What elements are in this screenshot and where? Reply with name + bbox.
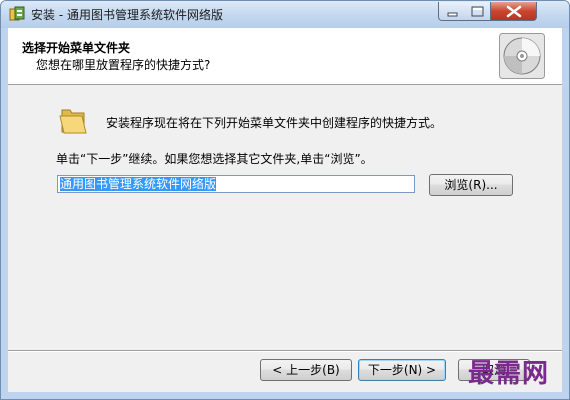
page-subtitle: 您想在哪里放置程序的快捷方式? bbox=[36, 58, 211, 72]
next-button[interactable]: 下一步(N) > bbox=[358, 359, 446, 381]
installer-window: 安装 - 通用图书管理系统软件网络版 选择开始菜单文件夹 您想在哪里放置程序的快… bbox=[0, 0, 570, 400]
minimize-button[interactable] bbox=[438, 2, 465, 21]
start-menu-folder-input[interactable]: 通用图书管理系统软件网络版 bbox=[57, 175, 415, 193]
watermark-logo: 最需网 bbox=[468, 359, 550, 389]
folder-input-value: 通用图书管理系统软件网络版 bbox=[60, 177, 217, 191]
wizard-page: 选择开始菜单文件夹 您想在哪里放置程序的快捷方式? 安装程序现在将在下列开始菜单… bbox=[8, 28, 562, 392]
title-bar[interactable]: 安装 - 通用图书管理系统软件网络版 bbox=[1, 1, 569, 28]
close-icon bbox=[506, 5, 522, 18]
browse-button[interactable]: 浏览(R)... bbox=[429, 174, 513, 196]
maximize-button[interactable] bbox=[464, 2, 491, 21]
minimize-icon bbox=[447, 12, 458, 17]
installer-icon bbox=[9, 6, 25, 22]
instruction-text: 单击“下一步”继续。如果您想选择其它文件夹,单击“浏览”。 bbox=[56, 152, 373, 166]
footer-divider bbox=[8, 350, 562, 352]
maximize-icon bbox=[471, 6, 484, 17]
window-title: 安装 - 通用图书管理系统软件网络版 bbox=[31, 8, 223, 22]
wizard-header: 选择开始菜单文件夹 您想在哪里放置程序的快捷方式? bbox=[8, 28, 562, 85]
folder-message: 安装程序现在将在下列开始菜单文件夹中创建程序的快捷方式。 bbox=[106, 116, 443, 130]
page-title: 选择开始菜单文件夹 bbox=[22, 41, 131, 55]
cd-disc-icon bbox=[499, 33, 545, 79]
folder-icon bbox=[58, 104, 90, 136]
close-button[interactable] bbox=[491, 2, 537, 21]
back-button[interactable]: < 上一步(B) bbox=[260, 359, 352, 381]
